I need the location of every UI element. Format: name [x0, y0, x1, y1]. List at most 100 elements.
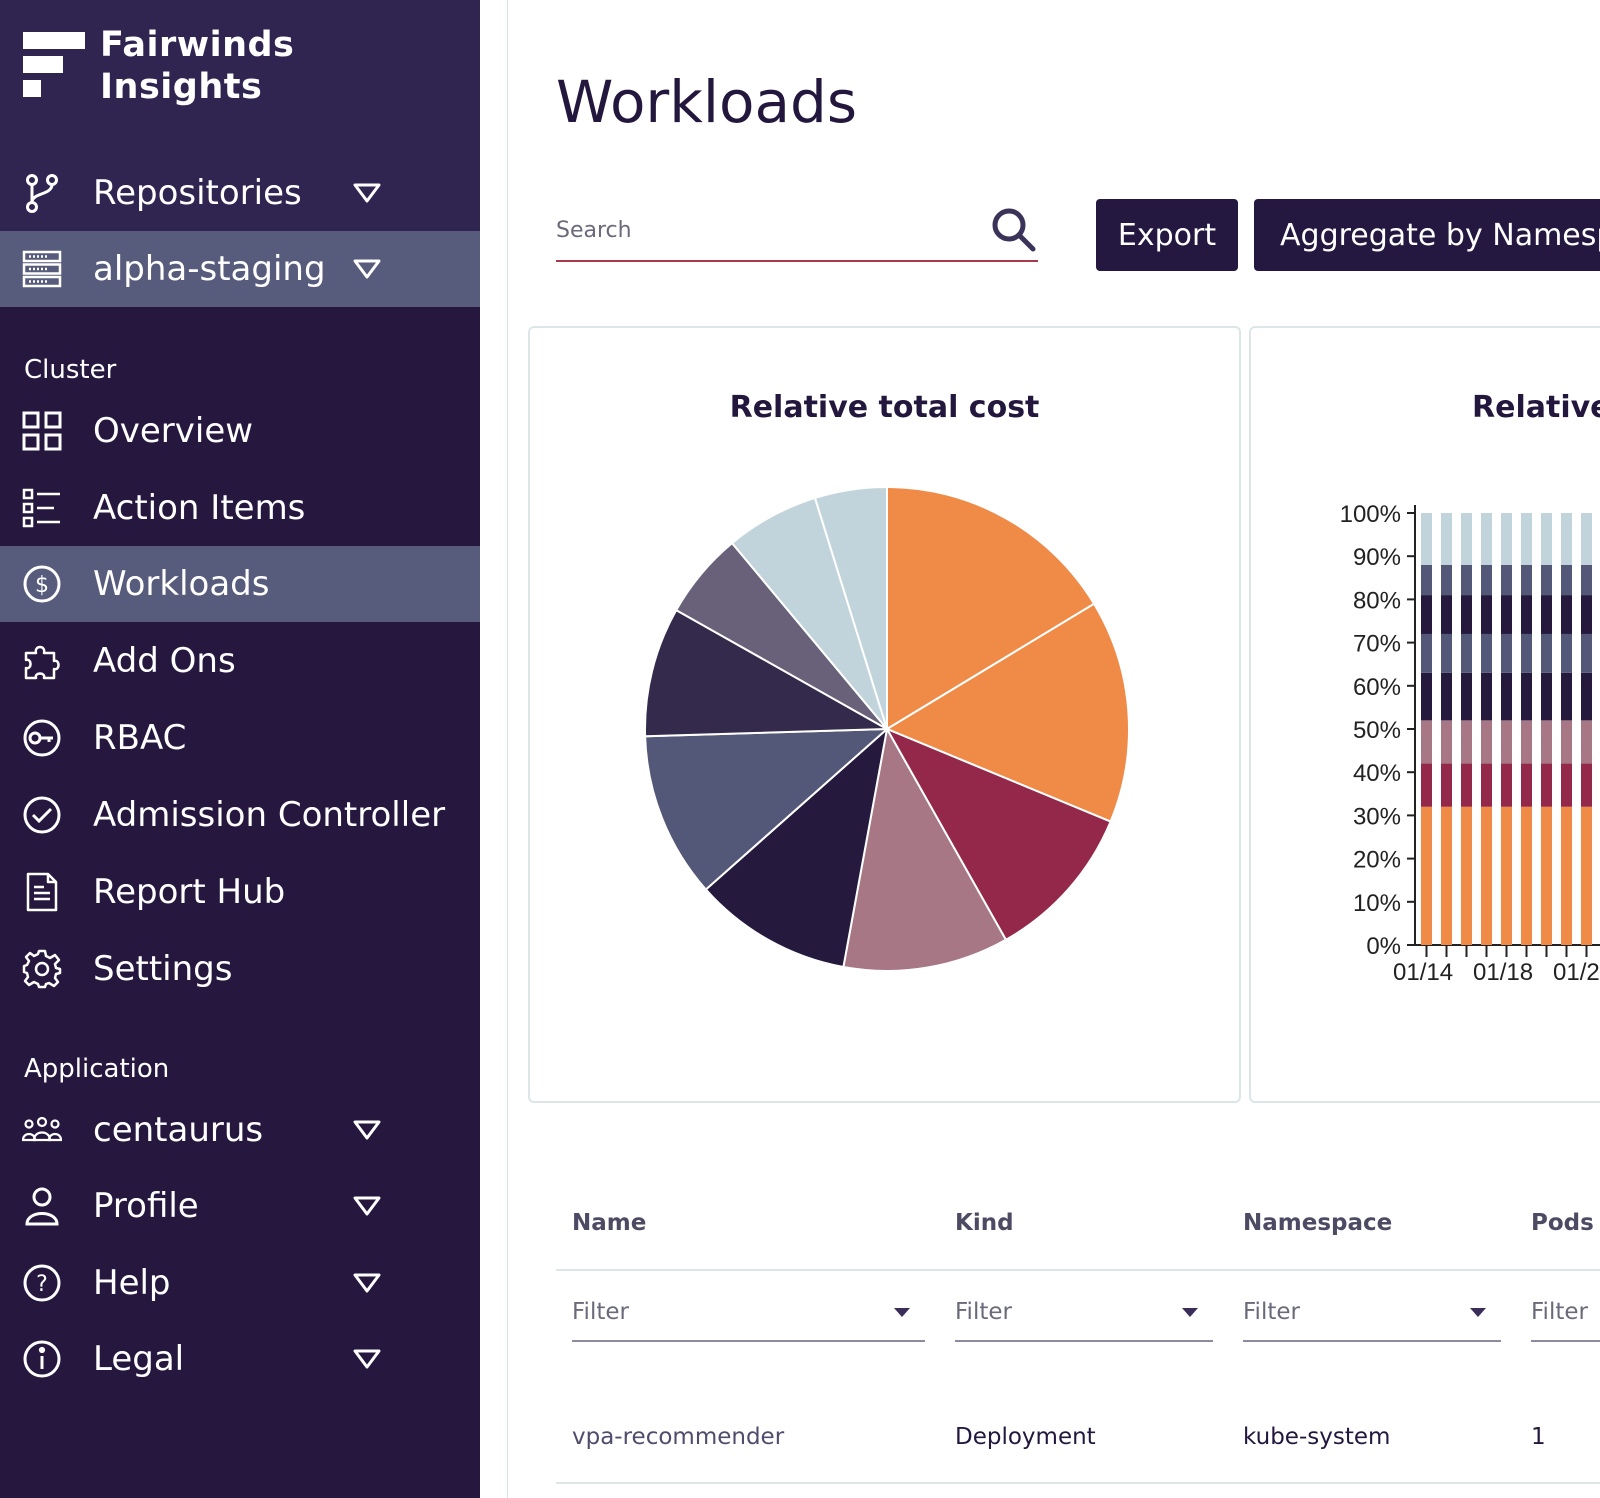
bar-segment-8-4[interactable]	[1561, 672, 1572, 721]
bar-segment-2-3[interactable]	[1441, 720, 1452, 764]
bar-segment-5-6[interactable]	[1501, 595, 1512, 634]
bar-segment-7-1[interactable]	[1541, 806, 1552, 945]
bar-segment-9-1[interactable]	[1581, 806, 1592, 945]
bar-segment-2-2[interactable]	[1441, 763, 1452, 807]
bar-segment-3-2[interactable]	[1461, 763, 1472, 807]
search-field[interactable]	[556, 200, 1038, 262]
bar-segment-8-1[interactable]	[1561, 806, 1572, 945]
bar-segment-1-4[interactable]	[1421, 672, 1432, 721]
bar-segment-8-5[interactable]	[1561, 633, 1572, 673]
bar-segment-6-2[interactable]	[1521, 763, 1532, 807]
bar-segment-6-1[interactable]	[1521, 806, 1532, 945]
bar-segment-5-8[interactable]	[1501, 513, 1512, 565]
bar-segment-6-3[interactable]	[1521, 720, 1532, 764]
namespace-filter[interactable]: Filter	[1243, 1280, 1501, 1342]
caret-down-icon[interactable]	[894, 1308, 910, 1317]
bar-segment-4-6[interactable]	[1481, 595, 1492, 634]
bar-segment-8-3[interactable]	[1561, 720, 1572, 764]
chevron-down-icon[interactable]	[352, 1194, 382, 1218]
cluster-selector[interactable]: alpha-staging	[0, 231, 480, 307]
cell-name[interactable]: vpa-recommender	[572, 1424, 784, 1450]
chevron-down-icon[interactable]	[352, 181, 382, 205]
bar-segment-7-5[interactable]	[1541, 633, 1552, 673]
column-header-kind[interactable]: Kind	[955, 1210, 1014, 1236]
bar-segment-4-3[interactable]	[1481, 720, 1492, 764]
caret-down-icon[interactable]	[1470, 1308, 1486, 1317]
sidebar-item-workloads[interactable]: $ Workloads	[0, 546, 480, 622]
bar-segment-1-7[interactable]	[1421, 564, 1432, 596]
bar-segment-7-7[interactable]	[1541, 564, 1552, 596]
bar-segment-6-8[interactable]	[1521, 513, 1532, 565]
caret-down-icon[interactable]	[1182, 1308, 1198, 1317]
search-input[interactable]	[556, 210, 956, 250]
bar-segment-5-5[interactable]	[1501, 633, 1512, 673]
sidebar-item-help[interactable]: ? Help	[0, 1245, 480, 1321]
column-header-name[interactable]: Name	[572, 1210, 646, 1236]
sidebar-item-rbac[interactable]: RBAC	[0, 700, 480, 776]
bar-segment-4-4[interactable]	[1481, 672, 1492, 721]
sidebar-item-overview[interactable]: Overview	[0, 393, 480, 469]
chevron-down-icon[interactable]	[352, 257, 382, 281]
sidebar-item-settings[interactable]: Settings	[0, 931, 480, 1007]
bar-segment-4-5[interactable]	[1481, 633, 1492, 673]
name-filter[interactable]: Filter	[572, 1280, 925, 1342]
bar-segment-2-8[interactable]	[1441, 513, 1452, 565]
chevron-down-icon[interactable]	[352, 1118, 382, 1142]
bar-segment-1-1[interactable]	[1421, 806, 1432, 945]
bar-segment-2-1[interactable]	[1441, 806, 1452, 945]
bar-segment-3-5[interactable]	[1461, 633, 1472, 673]
bar-segment-9-3[interactable]	[1581, 720, 1592, 764]
bar-segment-7-6[interactable]	[1541, 595, 1552, 634]
fairwinds-logo-icon[interactable]	[23, 32, 85, 102]
sidebar-item-add-ons[interactable]: Add Ons	[0, 623, 480, 699]
bar-segment-6-6[interactable]	[1521, 595, 1532, 634]
bar-segment-5-1[interactable]	[1501, 806, 1512, 945]
bar-segment-7-4[interactable]	[1541, 672, 1552, 721]
aggregate-by-namespace-button[interactable]: Aggregate by Namesp	[1254, 199, 1600, 271]
bar-segment-2-6[interactable]	[1441, 595, 1452, 634]
sidebar-item-admission-controller[interactable]: Admission Controller	[0, 777, 480, 853]
bar-segment-5-4[interactable]	[1501, 672, 1512, 721]
bar-segment-8-8[interactable]	[1561, 513, 1572, 565]
column-header-pods[interactable]: Pods (	[1531, 1210, 1600, 1236]
bar-segment-3-3[interactable]	[1461, 720, 1472, 764]
sidebar-item-legal[interactable]: Legal	[0, 1321, 480, 1397]
bar-segment-4-2[interactable]	[1481, 763, 1492, 807]
bar-segment-4-8[interactable]	[1481, 513, 1492, 565]
bar-segment-6-5[interactable]	[1521, 633, 1532, 673]
bar-segment-9-2[interactable]	[1581, 763, 1592, 807]
bar-segment-2-5[interactable]	[1441, 633, 1452, 673]
bar-segment-3-7[interactable]	[1461, 564, 1472, 596]
bar-segment-7-2[interactable]	[1541, 763, 1552, 807]
bar-segment-1-5[interactable]	[1421, 633, 1432, 673]
bar-segment-5-7[interactable]	[1501, 564, 1512, 596]
bar-segment-6-7[interactable]	[1521, 564, 1532, 596]
bar-segment-6-4[interactable]	[1521, 672, 1532, 721]
bar-segment-5-2[interactable]	[1501, 763, 1512, 807]
export-button[interactable]: Export	[1096, 199, 1238, 271]
bar-segment-5-3[interactable]	[1501, 720, 1512, 764]
sidebar-item-action-items[interactable]: Action Items	[0, 470, 480, 546]
repositories-nav-item[interactable]: Repositories	[0, 155, 480, 231]
sidebar-item-report-hub[interactable]: Report Hub	[0, 854, 480, 930]
bar-segment-7-3[interactable]	[1541, 720, 1552, 764]
bar-segment-9-6[interactable]	[1581, 595, 1592, 634]
bar-segment-8-6[interactable]	[1561, 595, 1572, 634]
bar-segment-7-8[interactable]	[1541, 513, 1552, 565]
bar-segment-3-4[interactable]	[1461, 672, 1472, 721]
bar-segment-8-7[interactable]	[1561, 564, 1572, 596]
bar-segment-8-2[interactable]	[1561, 763, 1572, 807]
bar-segment-1-6[interactable]	[1421, 595, 1432, 634]
sidebar-item-centaurus[interactable]: centaurus	[0, 1092, 480, 1168]
sidebar-item-profile[interactable]: Profile	[0, 1168, 480, 1244]
bar-segment-2-7[interactable]	[1441, 564, 1452, 596]
bar-segment-1-8[interactable]	[1421, 513, 1432, 565]
pods-filter[interactable]: Filter	[1531, 1280, 1600, 1342]
brand-name[interactable]: Fairwinds Insights	[100, 24, 294, 108]
bar-segment-3-1[interactable]	[1461, 806, 1472, 945]
chevron-down-icon[interactable]	[352, 1347, 382, 1371]
bar-segment-2-4[interactable]	[1441, 672, 1452, 721]
bar-segment-3-8[interactable]	[1461, 513, 1472, 565]
bar-segment-1-3[interactable]	[1421, 720, 1432, 764]
bar-segment-4-1[interactable]	[1481, 806, 1492, 945]
